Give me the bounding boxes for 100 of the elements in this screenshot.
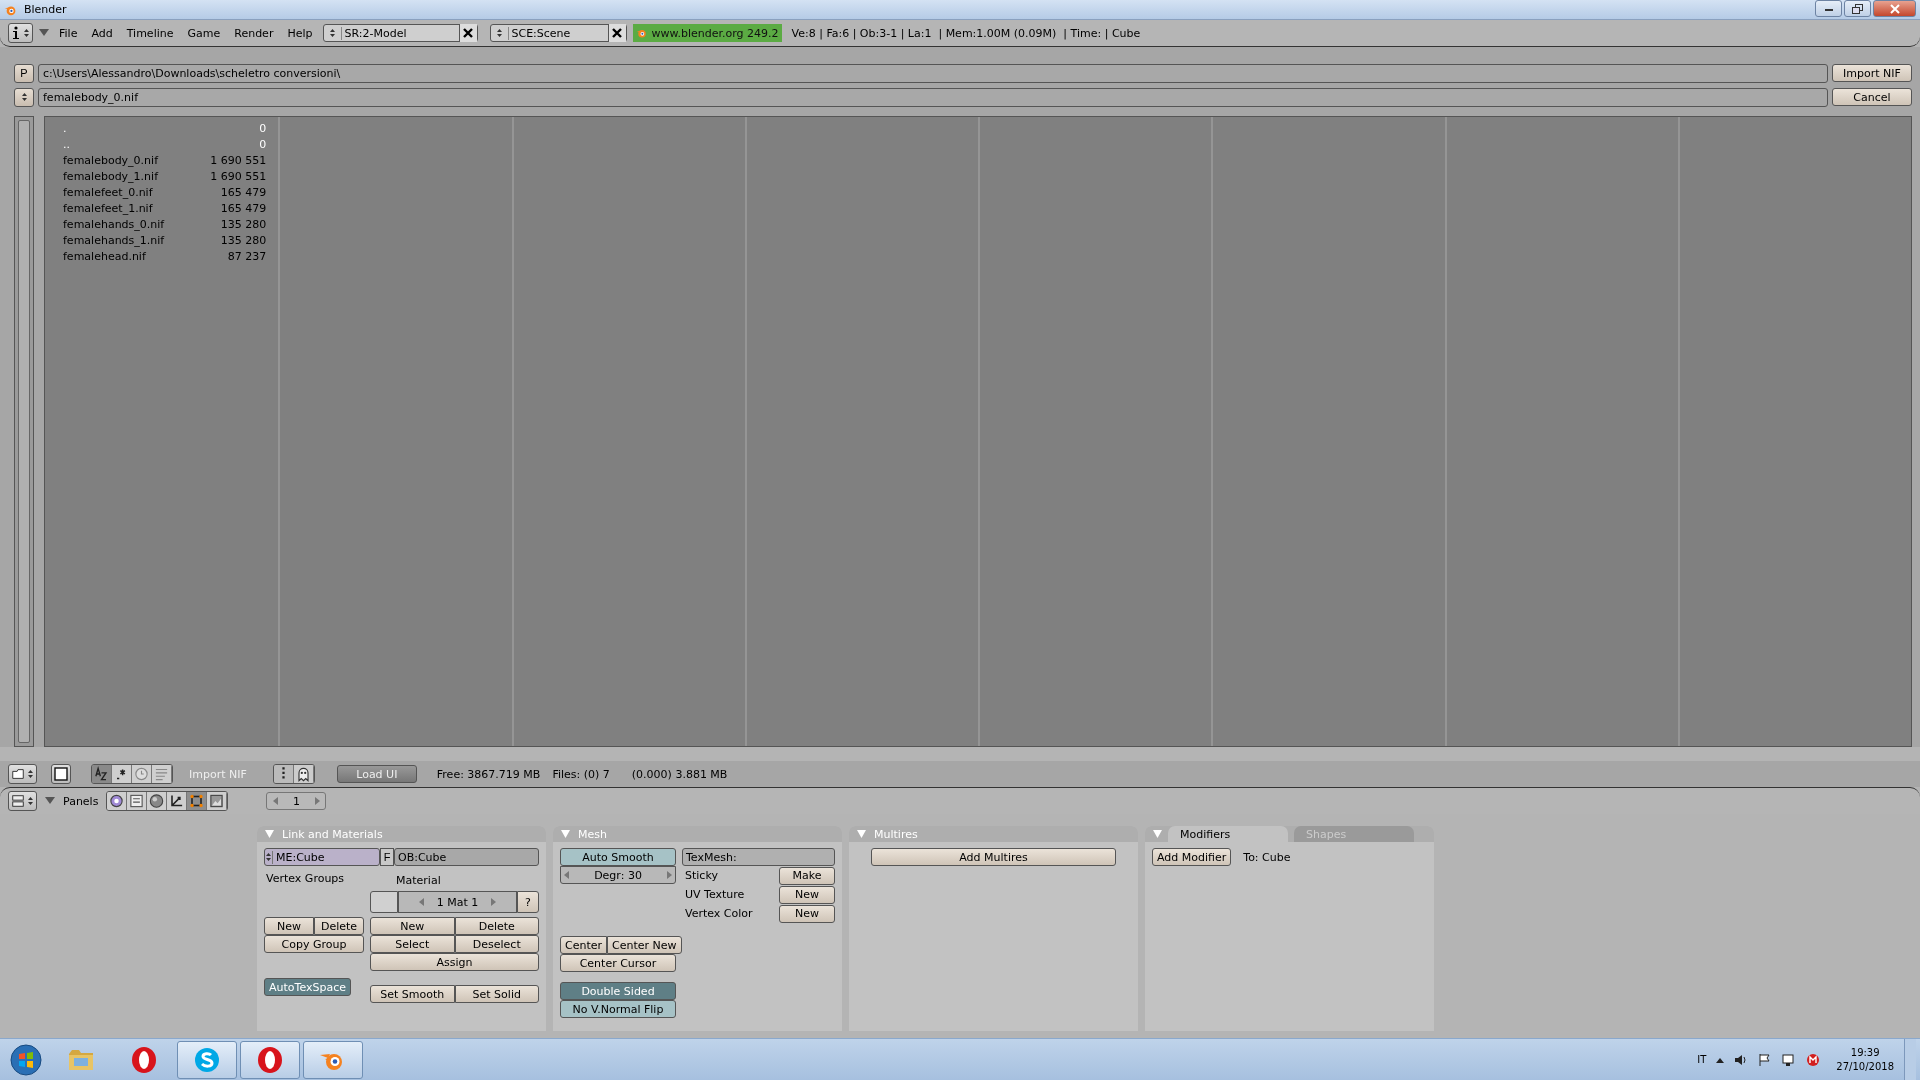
menu-item[interactable]: Timeline [122, 26, 178, 40]
center-new-button[interactable]: Center New [607, 936, 682, 954]
clock[interactable]: 19:39 27/10/2018 [1836, 1045, 1894, 1074]
help-button[interactable]: ? [517, 891, 539, 913]
scene-selector[interactable]: SCE:Scene [489, 24, 627, 42]
context-tab-icon[interactable] [127, 792, 148, 810]
restore-icon[interactable] [1851, 3, 1864, 14]
mesh-field[interactable]: ME:Cube [264, 848, 380, 866]
copy-group-button[interactable]: Copy Group [264, 935, 364, 953]
version-label[interactable]: www.blender.org 249.2 [632, 24, 782, 42]
menu-item[interactable]: Render [230, 26, 278, 40]
double-sided-toggle[interactable]: Double Sided [560, 982, 676, 1000]
restore-button[interactable] [1844, 0, 1871, 17]
context-tab-icon[interactable] [207, 792, 228, 810]
normal-flip-toggle[interactable]: No V.Normal Flip [560, 1000, 676, 1018]
blender-logo-icon [635, 27, 648, 39]
menu-item[interactable]: Help [283, 26, 317, 40]
window-type-button[interactable] [8, 23, 33, 43]
row-button[interactable]: New [779, 885, 835, 904]
add-modifier-button[interactable]: Add Modifier [1152, 848, 1232, 866]
row-button[interactable]: Make [779, 866, 835, 885]
screen-selector[interactable]: SR:2-Model [322, 24, 478, 42]
file-row[interactable]: femalebody_1.nif 1 690 551 [63, 168, 267, 184]
up-down-arrows-icon [27, 796, 34, 806]
auto-smooth-toggle[interactable]: Auto Smooth [560, 848, 676, 866]
file-row[interactable]: . 0 [63, 120, 267, 136]
taskbar-app-icon[interactable] [177, 1040, 237, 1079]
panels-label: Panels [63, 794, 99, 808]
list-view-icon[interactable] [273, 765, 294, 783]
texmesh-field[interactable]: TexMesh: [682, 848, 835, 866]
delete-button[interactable]: Delete [454, 917, 539, 935]
deselect-button[interactable]: Deselect [454, 935, 539, 953]
set-solid-button[interactable]: Set Solid [454, 985, 539, 1003]
browser-title: Import NIF [189, 767, 247, 781]
file-row[interactable]: femalefeet_1.nif 165 479 [63, 200, 267, 216]
context-tab-icon[interactable] [187, 792, 208, 810]
path-field[interactable]: c:\Users\Alessandro\Downloads\scheletro conversioni\ [38, 63, 1828, 83]
volume-icon[interactable] [1734, 1052, 1749, 1067]
split-layout-icon[interactable] [11, 794, 25, 808]
new-button[interactable]: New [370, 917, 455, 935]
sort-mode-icon[interactable] [112, 765, 132, 783]
close-icon[interactable] [461, 26, 475, 40]
collapse-triangle-icon[interactable] [45, 797, 55, 805]
file-row[interactable]: .. 0 [63, 136, 267, 152]
file-row[interactable]: femalehands_1.nif 135 280 [63, 232, 267, 248]
context-tab-icon[interactable] [107, 792, 128, 810]
delete-button[interactable]: Delete [314, 917, 364, 935]
collapse-triangle-icon[interactable] [39, 29, 49, 37]
dir-menu-button[interactable] [14, 87, 34, 107]
assign-button[interactable]: Assign [370, 953, 539, 971]
minimize-button[interactable] [1815, 0, 1842, 17]
menu-item[interactable]: File [55, 26, 82, 40]
up-down-arrows-icon [265, 852, 272, 862]
panel-tab[interactable]: Modifiers [1168, 826, 1288, 842]
panel-title: Link and Materials [282, 827, 383, 841]
context-tab-icon[interactable] [147, 792, 168, 810]
file-row[interactable]: femalebody_0.nif 1 690 551 [63, 152, 267, 168]
close-button[interactable] [1873, 0, 1916, 17]
row-button[interactable]: New [779, 904, 835, 923]
flag-icon[interactable] [1758, 1052, 1773, 1067]
center-button[interactable]: Center [560, 936, 608, 954]
select-button[interactable]: Select [370, 935, 455, 953]
filename-field[interactable]: femalebody_0.nif [38, 87, 1828, 107]
autotexspace-toggle[interactable]: AutoTexSpace [264, 978, 351, 996]
up-down-arrows-icon [328, 28, 336, 38]
file-row[interactable]: femalefeet_0.nif 165 479 [63, 184, 267, 200]
scrollbar[interactable] [14, 116, 34, 747]
files-count-label: Files: (0) 7 [552, 767, 610, 781]
show-hidden-icons[interactable] [1716, 1056, 1725, 1063]
menu-item[interactable]: Game [183, 26, 225, 40]
panel-title: Multires [874, 827, 918, 841]
folder-icon[interactable] [11, 767, 25, 781]
ghost-icon[interactable] [293, 765, 314, 783]
center-cursor-button[interactable]: Center Cursor [560, 954, 676, 972]
fake-user-button[interactable]: F [380, 848, 394, 866]
set-smooth-button[interactable]: Set Smooth [370, 985, 455, 1003]
panel-title: Mesh [578, 827, 607, 841]
menu-item[interactable]: Add [87, 26, 117, 40]
import-button[interactable]: Import NIF [1832, 64, 1912, 82]
file-row[interactable]: femalehands_0.nif 135 280 [63, 216, 267, 232]
up-down-arrows-icon [495, 28, 503, 38]
taskbar-app-icon[interactable] [303, 1040, 363, 1079]
close-icon[interactable] [610, 26, 624, 40]
antivirus-icon[interactable] [1806, 1052, 1821, 1067]
selection-size-label: (0.000) 3.881 MB [631, 767, 728, 781]
network-icon[interactable] [1782, 1052, 1797, 1067]
editor-type-button[interactable] [8, 791, 37, 811]
row-label: Sticky [685, 869, 718, 882]
add-multires-button[interactable]: Add Multires [871, 848, 1116, 866]
object-field[interactable]: OB:Cube [394, 848, 539, 866]
context-tab-icon[interactable] [167, 792, 188, 810]
info-icon[interactable] [11, 26, 21, 40]
taskbar-app-icon[interactable] [240, 1040, 300, 1079]
parent-dir-button[interactable]: P [14, 63, 34, 83]
new-button[interactable]: New [264, 917, 314, 935]
editor-type-button[interactable] [8, 764, 37, 784]
sort-mode-icon[interactable] [92, 765, 112, 783]
file-row[interactable]: femalehead.nif 87 237 [63, 248, 267, 264]
cancel-button[interactable]: Cancel [1832, 88, 1912, 106]
language-indicator[interactable]: IT [1697, 1054, 1707, 1065]
